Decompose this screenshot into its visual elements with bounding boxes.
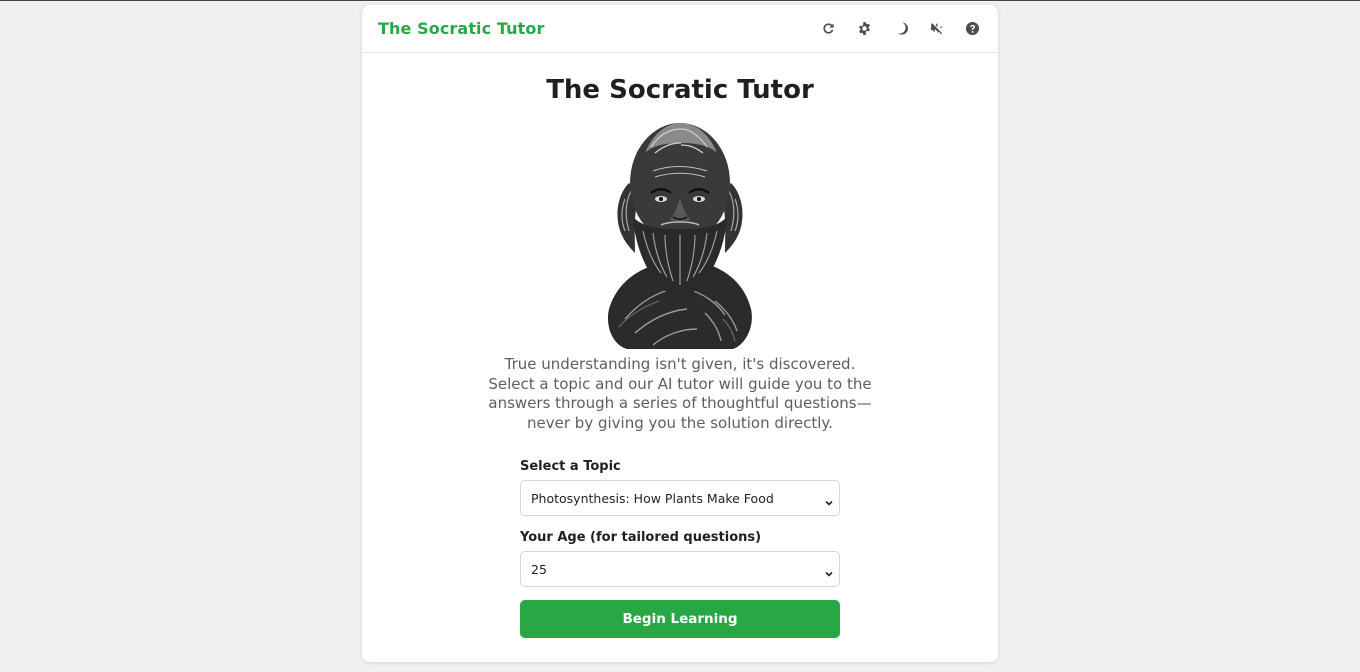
- brand-title: The Socratic Tutor: [378, 19, 545, 38]
- main-content: The Socratic Tutor True understanding is…: [362, 53, 998, 639]
- age-select-value: 25: [531, 561, 547, 577]
- age-select-wrapper: 25: [520, 551, 840, 588]
- socrates-bust-illustration: [607, 123, 752, 349]
- help-icon: [965, 21, 979, 36]
- app-header: The Socratic Tutor: [362, 5, 998, 53]
- settings-button[interactable]: [852, 17, 876, 41]
- topic-select[interactable]: Photosynthesis: How Plants Make Food: [520, 480, 840, 517]
- refresh-icon: [822, 23, 834, 34]
- app-card: The Socratic Tutor The Socratic Tutor Tr…: [362, 5, 998, 662]
- chevron-down-icon: [824, 493, 834, 507]
- window-top-edge: [0, 0, 1360, 1]
- header-toolbar: [816, 17, 984, 41]
- topic-select-value: Photosynthesis: How Plants Make Food: [531, 490, 774, 506]
- begin-learning-button[interactable]: Begin Learning: [520, 600, 840, 639]
- page-title: The Socratic Tutor: [546, 75, 814, 105]
- mute-icon: [930, 22, 942, 35]
- help-button[interactable]: [960, 17, 984, 41]
- intro-description: True understanding isn't given, it's dis…: [488, 355, 872, 432]
- mute-button[interactable]: [924, 17, 948, 41]
- age-label: Your Age (for tailored questions): [520, 530, 762, 546]
- age-select[interactable]: 25: [520, 551, 840, 588]
- gear-icon: [858, 21, 870, 36]
- chevron-down-icon: [824, 564, 834, 578]
- dark-mode-toggle[interactable]: [888, 17, 912, 41]
- setup-form: Select a Topic Photosynthesis: How Plant…: [520, 459, 840, 639]
- topic-select-wrapper: Photosynthesis: How Plants Make Food: [520, 480, 840, 517]
- refresh-button[interactable]: [816, 17, 840, 41]
- moon-icon: [897, 22, 908, 35]
- topic-label: Select a Topic: [520, 459, 621, 475]
